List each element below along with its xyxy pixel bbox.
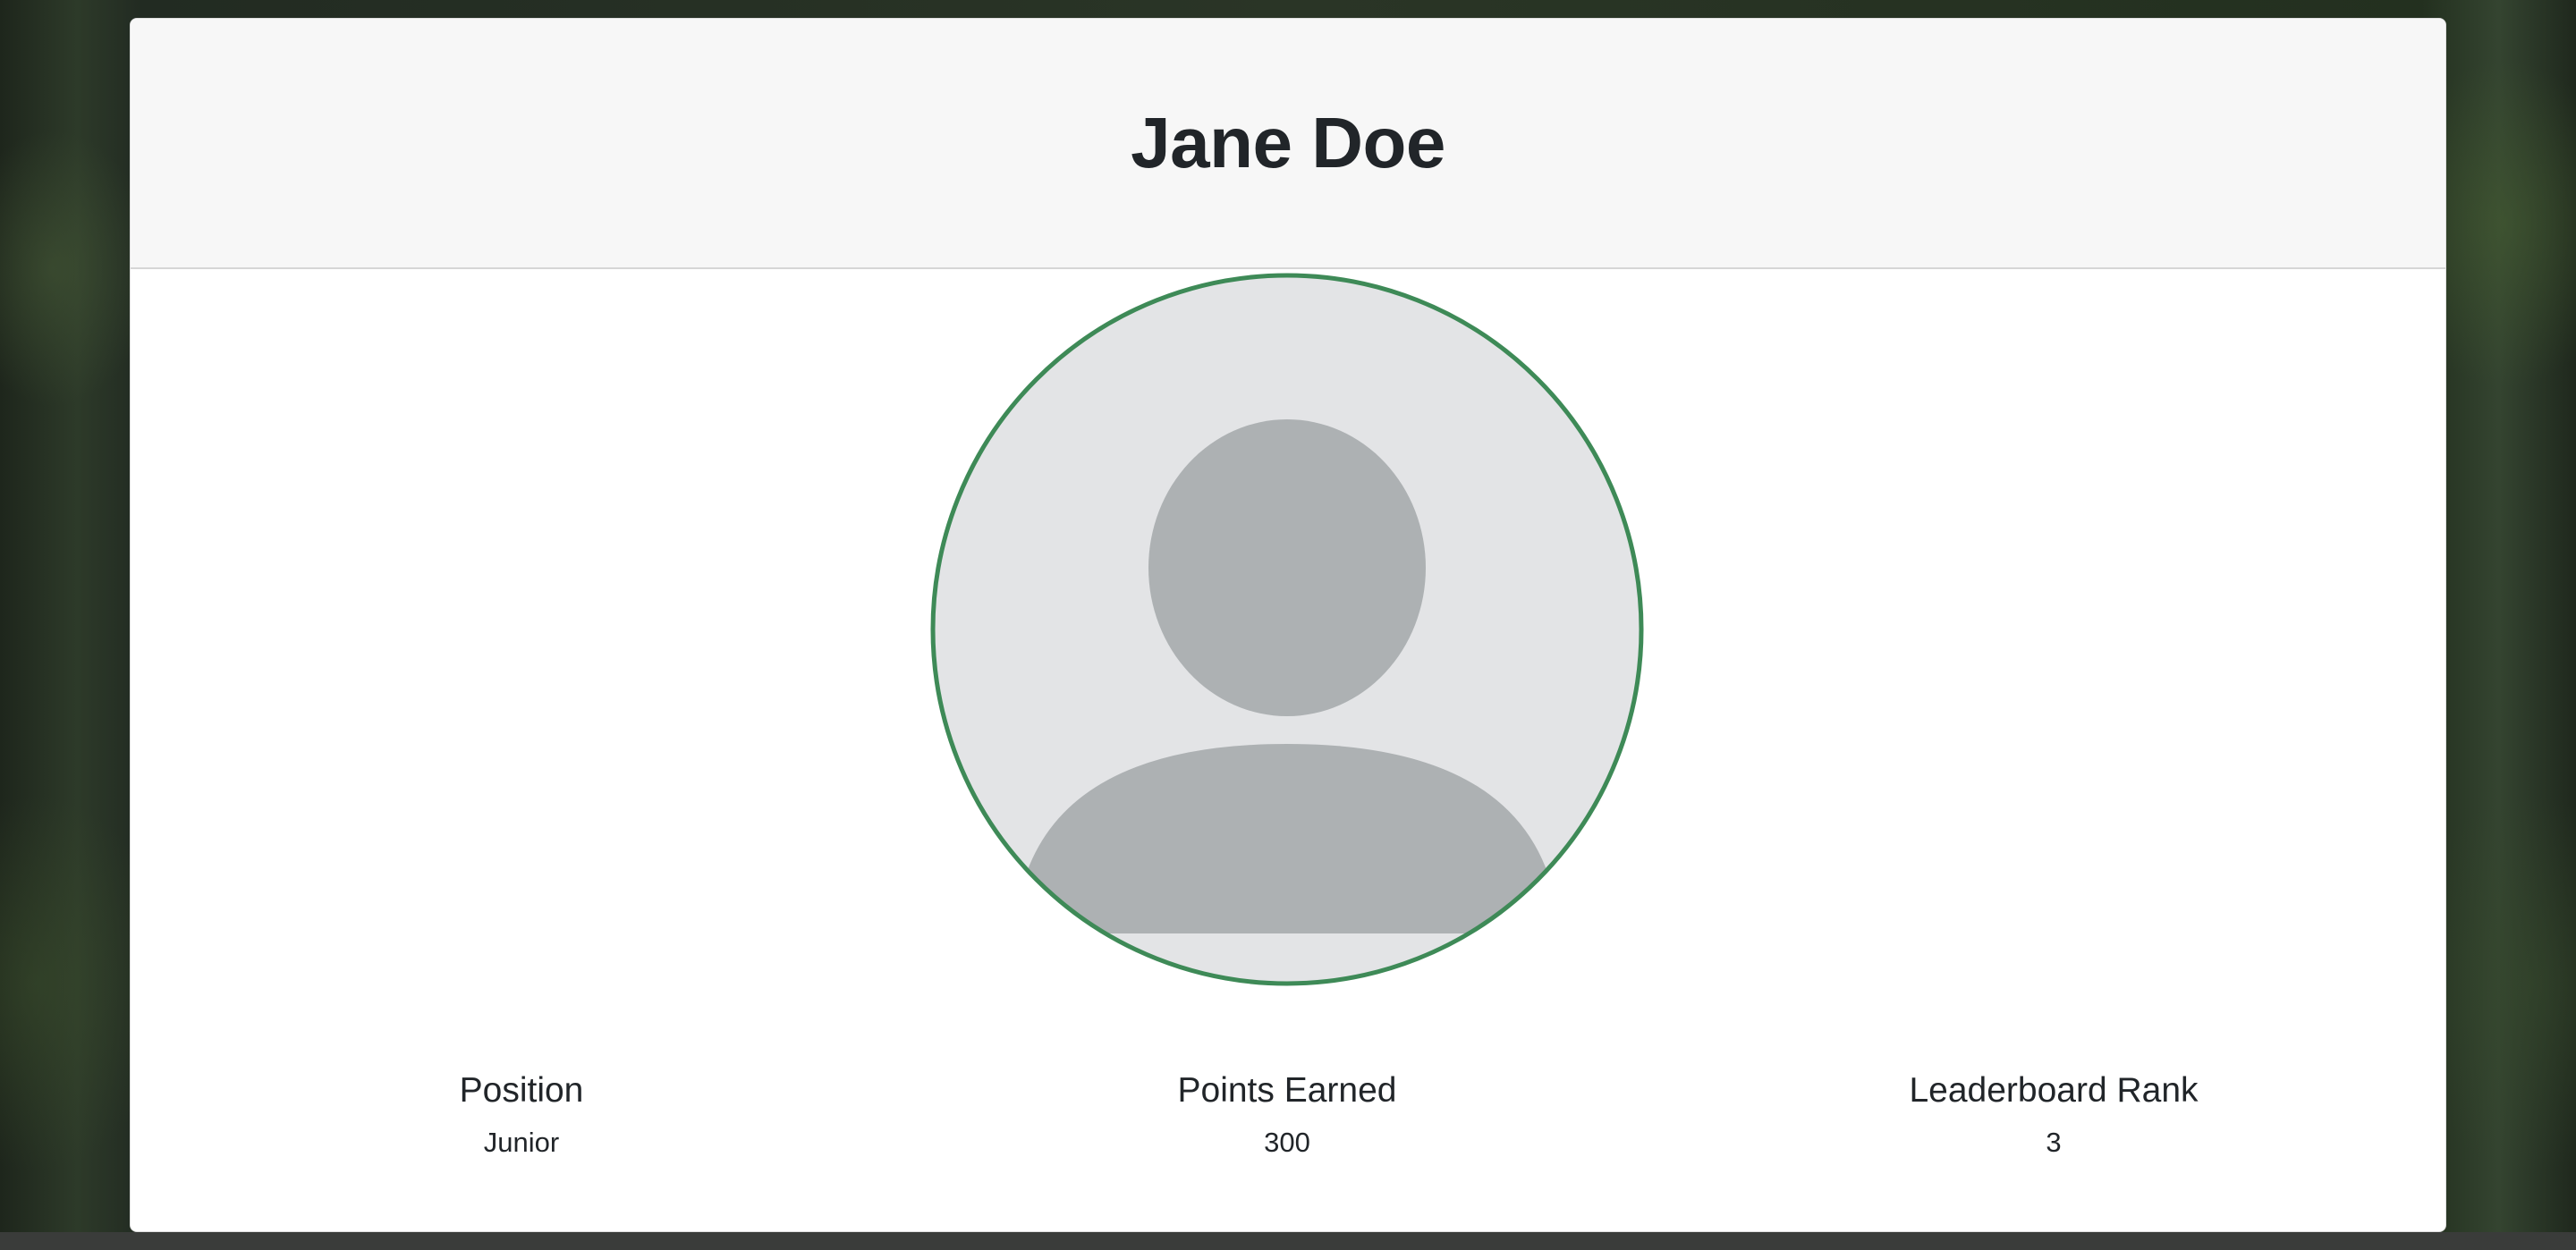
stat-label: Leaderboard Rank bbox=[1909, 1071, 2199, 1110]
stat-points-earned: Points Earned 300 bbox=[974, 1069, 1600, 1160]
stat-position: Position Junior bbox=[208, 1069, 835, 1160]
card-header: Jane Doe bbox=[131, 19, 2445, 269]
avatar bbox=[929, 272, 1645, 987]
profile-stats: Position Junior Points Earned 300 Leader… bbox=[131, 1069, 2445, 1177]
bottom-strip bbox=[0, 1232, 2576, 1250]
page: { "profile": { "name": "Jane Doe", "avat… bbox=[0, 0, 2576, 1250]
stat-label: Position bbox=[459, 1071, 584, 1110]
stat-leaderboard-rank: Leaderboard Rank 3 bbox=[1741, 1069, 2367, 1160]
stat-label: Points Earned bbox=[1177, 1071, 1397, 1110]
stat-value: Junior bbox=[483, 1127, 560, 1158]
default-user-avatar-icon bbox=[930, 273, 1644, 986]
stat-value: 3 bbox=[2046, 1127, 2062, 1158]
profile-name: Jane Doe bbox=[1131, 103, 1445, 182]
avatar-head bbox=[1148, 419, 1426, 716]
stat-value: 300 bbox=[1264, 1127, 1310, 1158]
profile-card: Jane Doe Position Junior Points Earned 3… bbox=[130, 18, 2446, 1232]
